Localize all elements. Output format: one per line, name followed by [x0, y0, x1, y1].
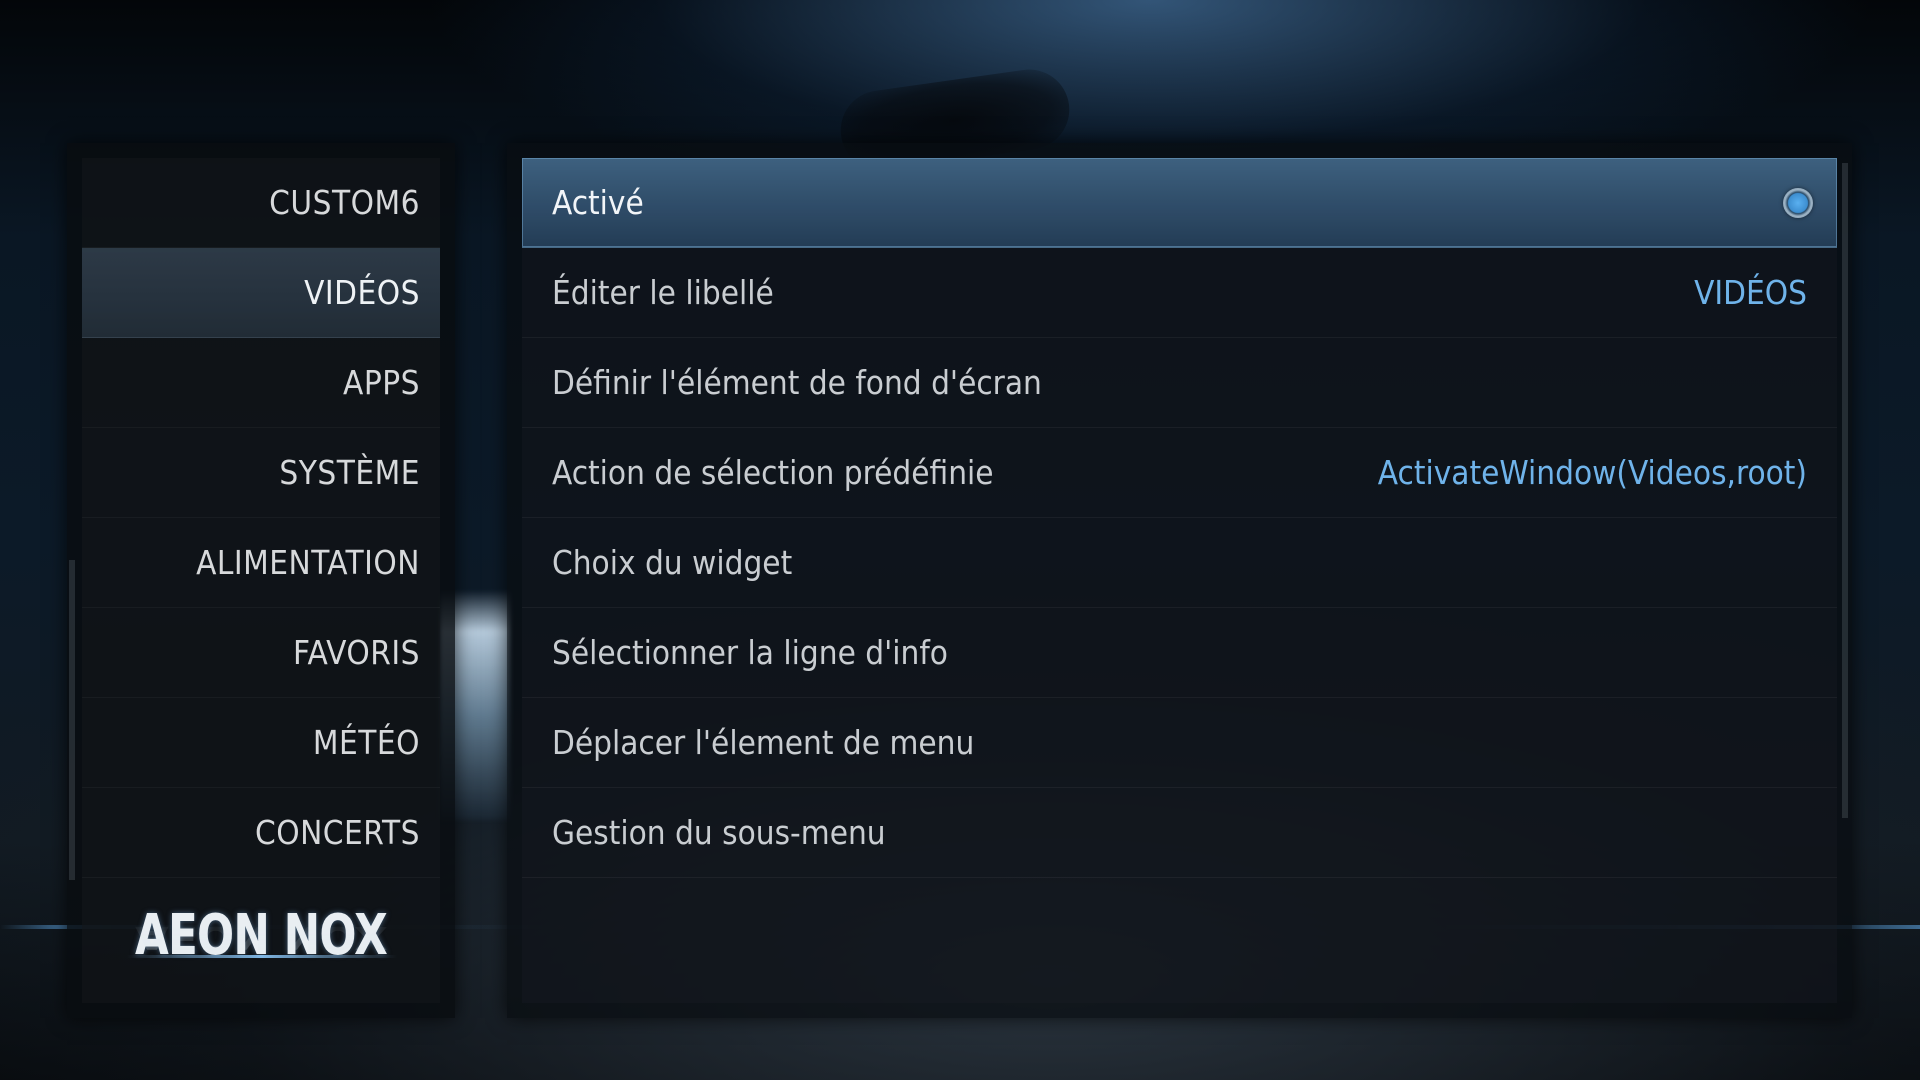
main-menu-list: CUSTOM6 VIDÉOS APPS SYSTÈME ALIMENTATION… [82, 158, 440, 1003]
menu-item-label: SYSTÈME [279, 453, 420, 492]
menu-item-alimentation[interactable]: ALIMENTATION [82, 518, 440, 608]
logo-flare [127, 955, 397, 958]
logo-reflection: AEON NOX [134, 919, 388, 955]
menu-item-label: FAVORIS [292, 633, 420, 672]
setting-value: VIDÉOS [1694, 273, 1807, 312]
menu-item-apps[interactable]: APPS [82, 338, 440, 428]
setting-submenu[interactable]: Gestion du sous-menu [522, 788, 1837, 878]
menu-item-label: MÉTÉO [312, 723, 420, 762]
setting-widget[interactable]: Choix du widget [522, 518, 1837, 608]
radio-on-icon[interactable] [1783, 187, 1813, 218]
setting-move-item[interactable]: Déplacer l'élement de menu [522, 698, 1837, 788]
menu-item-label: APPS [343, 363, 420, 402]
setting-label: Définir l'élément de fond d'écran [552, 363, 1042, 402]
menu-item-label: CONCERTS [254, 813, 420, 852]
setting-label: Sélectionner la ligne d'info [552, 633, 948, 672]
menu-item-label: ALIMENTATION [196, 543, 420, 582]
menu-item-videos[interactable]: VIDÉOS [82, 248, 440, 338]
main-menu-panel: CUSTOM6 VIDÉOS APPS SYSTÈME ALIMENTATION… [67, 143, 455, 1018]
setting-default-action[interactable]: Action de sélection prédéfinie ActivateW… [522, 428, 1837, 518]
setting-info-line[interactable]: Sélectionner la ligne d'info [522, 608, 1837, 698]
aeon-nox-logo: AEON NOX AEON NOX [82, 903, 440, 1003]
menu-scrollbar[interactable] [69, 560, 75, 880]
setting-label: Gestion du sous-menu [552, 813, 886, 852]
skin-background: CUSTOM6 VIDÉOS APPS SYSTÈME ALIMENTATION… [0, 0, 1920, 1080]
menu-item-favoris[interactable]: FAVORIS [82, 608, 440, 698]
menu-item-meteo[interactable]: MÉTÉO [82, 698, 440, 788]
setting-label: Action de sélection prédéfinie [552, 453, 994, 492]
setting-label: Choix du widget [552, 543, 793, 582]
setting-label: Activé [552, 183, 644, 222]
setting-label: Éditer le libellé [552, 273, 774, 312]
setting-value: ActivateWindow(Videos,root) [1377, 453, 1807, 492]
setting-edit-label[interactable]: Éditer le libellé VIDÉOS [522, 248, 1837, 338]
menu-item-systeme[interactable]: SYSTÈME [82, 428, 440, 518]
menu-item-concerts[interactable]: CONCERTS [82, 788, 440, 878]
setting-label: Déplacer l'élement de menu [552, 723, 975, 762]
settings-scrollbar[interactable] [1842, 163, 1848, 818]
setting-enabled[interactable]: Activé [522, 158, 1837, 248]
menu-item-custom6[interactable]: CUSTOM6 [82, 158, 440, 248]
menu-settings-panel: Activé Éditer le libellé VIDÉOS Définir … [507, 143, 1852, 1018]
setting-background[interactable]: Définir l'élément de fond d'écran [522, 338, 1837, 428]
menu-item-label: VIDÉOS [304, 273, 420, 312]
settings-list: Activé Éditer le libellé VIDÉOS Définir … [522, 158, 1837, 1003]
menu-item-label: CUSTOM6 [269, 183, 420, 222]
